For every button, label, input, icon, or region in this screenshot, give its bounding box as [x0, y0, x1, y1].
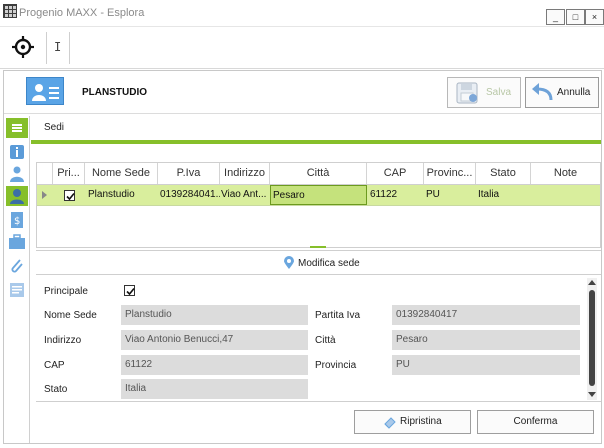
partita-iva-label: Partita Iva	[315, 310, 361, 321]
indirizzo-label: Indirizzo	[44, 335, 82, 346]
ripristina-button[interactable]: Ripristina	[354, 410, 471, 434]
nome-sede-label: Nome Sede	[44, 310, 97, 321]
stato-field[interactable]: Italia	[121, 379, 308, 399]
cell-provincia[interactable]: PU	[424, 185, 476, 205]
maximize-button[interactable]: □	[566, 9, 585, 25]
citta-field[interactable]: Pesaro	[392, 330, 580, 350]
eraser-icon	[384, 417, 396, 429]
minimize-button[interactable]: _	[546, 9, 565, 25]
cell-piva[interactable]: 0139284041...	[158, 185, 220, 205]
stato-label: Stato	[44, 384, 68, 395]
target-icon[interactable]	[12, 36, 34, 58]
form-footer: Ripristina Conferma	[36, 401, 601, 443]
notes-icon[interactable]	[6, 280, 28, 300]
menu-icon[interactable]	[6, 118, 28, 138]
info-icon[interactable]	[6, 142, 28, 162]
scroll-down-icon[interactable]	[588, 392, 596, 397]
window-title-bar: Progenio MAXX - Esplora _ □ ×	[0, 0, 604, 27]
row-pointer-icon	[42, 191, 47, 199]
contact-icon[interactable]	[6, 164, 28, 184]
save-disk-icon	[456, 82, 478, 104]
record-title: PLANSTUDIO	[82, 87, 147, 98]
cap-field[interactable]: 61122	[121, 355, 308, 375]
toolbar: I	[0, 27, 604, 69]
citta-label: Città	[315, 335, 336, 346]
column-header-note[interactable]: Note	[531, 163, 600, 184]
edit-panel-title: Modifica sede	[298, 258, 360, 269]
provincia-field[interactable]: PU	[392, 355, 580, 375]
save-button-label: Salva	[486, 87, 512, 98]
cell-citta[interactable]: Pesaro	[270, 185, 367, 205]
section-header: Sedi	[31, 116, 601, 140]
record-header: PLANSTUDIO Salva Annulla	[4, 71, 601, 114]
svg-text:$: $	[14, 216, 20, 227]
edit-panel-header: Modifica sede	[36, 250, 601, 275]
indirizzo-field[interactable]: Viao Antonio Benucci,47	[121, 330, 308, 350]
grid-header: Pri... Nome Sede P.Iva Indirizzo Città C…	[37, 163, 600, 185]
nome-sede-field[interactable]: Planstudio	[121, 305, 308, 325]
partita-iva-field[interactable]: 01392840417	[392, 305, 580, 325]
scroll-thumb[interactable]	[589, 290, 595, 386]
cell-stato[interactable]: Italia	[476, 185, 531, 205]
document-dollar-icon[interactable]: $	[6, 210, 28, 230]
table-row[interactable]: Planstudio 0139284041... Viao Ant... Pes…	[37, 185, 600, 206]
app-logo-icon	[3, 4, 17, 18]
cell-indirizzo[interactable]: Viao Ant...	[219, 185, 270, 205]
column-header-piva[interactable]: P.Iva	[158, 163, 220, 184]
cancel-button-label: Annulla	[557, 87, 591, 98]
column-header-citta[interactable]: Città	[270, 163, 367, 184]
section-title: Sedi	[44, 122, 65, 133]
cap-label: CAP	[44, 360, 65, 371]
scroll-up-icon[interactable]	[588, 280, 596, 285]
sedi-grid: Pri... Nome Sede P.Iva Indirizzo Città C…	[36, 162, 601, 248]
splitter-handle[interactable]	[310, 246, 326, 248]
briefcase-icon[interactable]	[6, 232, 28, 252]
principale-checkbox[interactable]	[64, 190, 75, 201]
save-button[interactable]: Salva	[447, 77, 521, 108]
form-scrollbar[interactable]	[587, 278, 597, 400]
edit-form: Principale Nome Sede Planstudio Partita …	[36, 277, 601, 401]
cell-nome-sede[interactable]: Planstudio	[86, 185, 158, 205]
cell-note[interactable]	[531, 185, 600, 205]
cancel-button[interactable]: Annulla	[525, 77, 599, 108]
section-accent-bar	[31, 140, 601, 144]
left-sidebar: $	[4, 116, 30, 443]
provincia-label: Provincia	[315, 360, 357, 371]
location-pin-icon	[284, 256, 294, 269]
paperclip-icon[interactable]	[6, 256, 28, 276]
toolbar-separator	[69, 32, 70, 64]
text-cursor-icon: I	[54, 40, 62, 54]
column-header-stato[interactable]: Stato	[476, 163, 531, 184]
column-header-indirizzo[interactable]: Indirizzo	[220, 163, 270, 184]
close-button[interactable]: ×	[585, 9, 604, 25]
ripristina-label: Ripristina	[400, 416, 442, 427]
column-header-nome-sede[interactable]: Nome Sede	[85, 163, 158, 184]
principale-label: Principale	[44, 286, 88, 297]
conferma-button[interactable]: Conferma	[477, 410, 594, 434]
user-sede-icon[interactable]	[6, 186, 28, 206]
undo-arrow-icon	[532, 83, 553, 101]
column-header-provincia[interactable]: Provinc...	[424, 163, 476, 184]
window-title: Progenio MAXX - Esplora	[19, 7, 145, 19]
contact-card-icon	[26, 77, 64, 105]
column-header-principale[interactable]: Pri...	[53, 163, 85, 184]
principale-form-checkbox[interactable]	[124, 285, 135, 296]
column-header-cap[interactable]: CAP	[367, 163, 424, 184]
toolbar-separator	[46, 32, 47, 64]
row-indicator-header	[37, 163, 53, 184]
cell-cap[interactable]: 61122	[368, 185, 424, 205]
